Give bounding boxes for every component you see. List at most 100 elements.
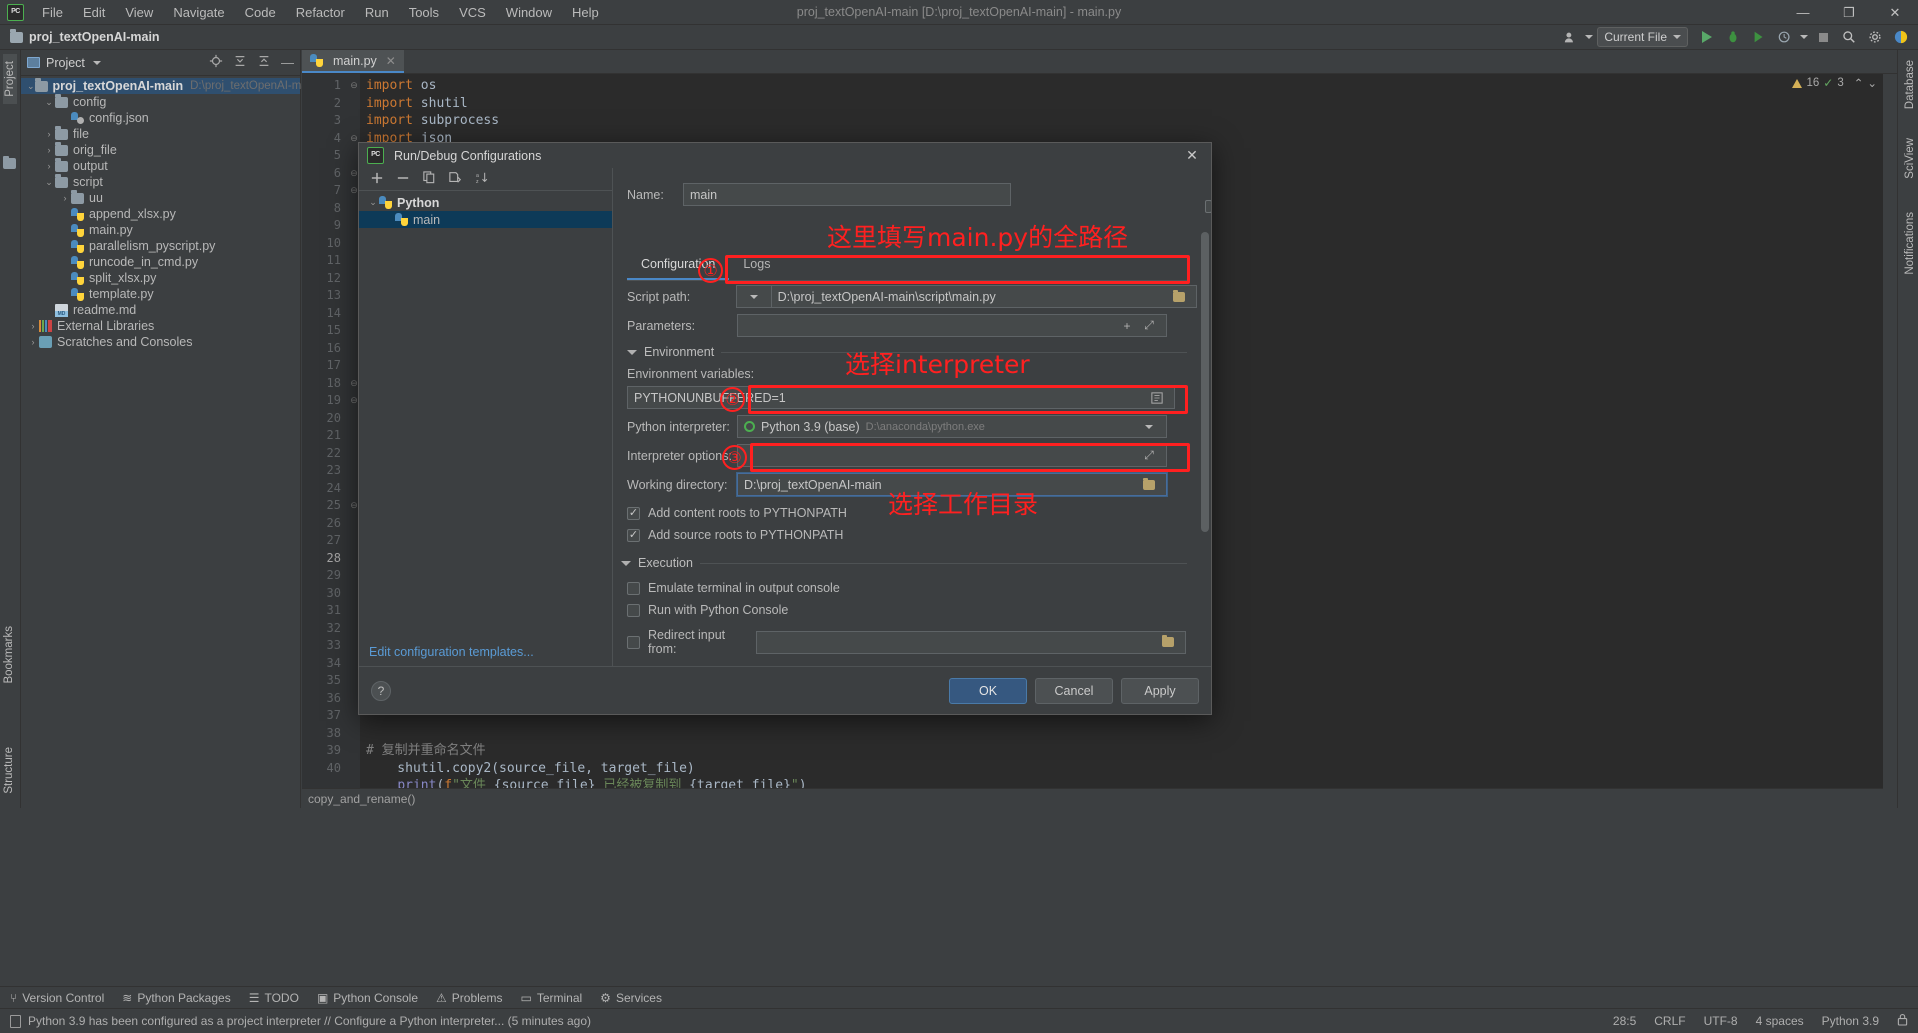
project-tree-item[interactable]: › uu	[21, 190, 300, 206]
tab-configuration[interactable]: Configuration	[627, 251, 730, 280]
project-tree-item[interactable]: template.py	[21, 286, 300, 302]
allow-parallel-row[interactable]: Allow parallel run	[1205, 185, 1211, 227]
tool-window-button-terminal[interactable]: ▭ Terminal	[520, 991, 582, 1005]
search-everywhere-icon[interactable]	[1838, 27, 1860, 47]
sort-configurations-icon[interactable]: az	[476, 171, 489, 187]
menu-navigate[interactable]: Navigate	[163, 2, 234, 23]
script-path-browse-icon[interactable]	[1168, 289, 1190, 302]
chevron-right-icon[interactable]: ›	[59, 193, 71, 203]
chevron-right-icon[interactable]: ›	[27, 321, 39, 331]
project-tree-item[interactable]: config.json	[21, 110, 300, 126]
project-tree-item[interactable]: append_xlsx.py	[21, 206, 300, 222]
execution-section-header[interactable]: Execution	[621, 556, 1187, 570]
project-tree-item[interactable]: ⌄ config	[21, 94, 300, 110]
parameters-add-icon[interactable]: +	[1116, 319, 1138, 333]
settings-gear-icon[interactable]	[1864, 27, 1886, 47]
env-vars-edit-icon[interactable]	[1146, 391, 1168, 404]
save-configuration-icon[interactable]	[449, 171, 462, 187]
remove-configuration-icon[interactable]	[397, 172, 409, 187]
fold-marker[interactable]	[348, 95, 360, 113]
environment-section-header[interactable]: Environment	[627, 345, 1187, 359]
tool-tab-database[interactable]: Database	[1904, 56, 1916, 113]
configuration-tree-item[interactable]: main	[359, 211, 612, 228]
inspection-chevron-up-icon[interactable]: ⌃	[1854, 76, 1864, 90]
menu-edit[interactable]: Edit	[73, 2, 115, 23]
dialog-close-icon[interactable]: ✕	[1181, 145, 1203, 167]
tool-window-button-python-packages[interactable]: ≋ Python Packages	[122, 991, 230, 1005]
ide-feature-icon[interactable]	[1890, 27, 1912, 47]
tab-logs[interactable]: Logs	[729, 251, 784, 280]
menu-code[interactable]: Code	[235, 2, 286, 23]
add-source-roots-row[interactable]: Add source roots to PYTHONPATH	[627, 528, 843, 542]
add-configuration-icon[interactable]	[371, 172, 383, 187]
restore-button[interactable]: ❐	[1826, 0, 1872, 25]
tool-tab-bookmarks[interactable]: Bookmarks	[3, 622, 15, 688]
user-avatar-icon[interactable]	[1559, 27, 1581, 47]
tool-tab-notifications[interactable]: Notifications	[1904, 208, 1916, 279]
run-coverage-icon[interactable]	[1748, 27, 1770, 47]
tool-window-button-todo[interactable]: ☰ TODO	[249, 991, 299, 1005]
project-tree-item[interactable]: main.py	[21, 222, 300, 238]
inspection-scrollbar[interactable]	[1883, 74, 1897, 808]
parameters-input[interactable]: + ⤢	[737, 314, 1167, 337]
run-with-console-checkbox[interactable]	[627, 603, 640, 617]
indent-setting[interactable]: 4 spaces	[1756, 1014, 1804, 1028]
add-source-roots-checkbox[interactable]	[627, 528, 640, 542]
chevron-down-icon[interactable]: ⌄	[27, 81, 35, 92]
hide-panel-icon[interactable]: —	[281, 55, 294, 70]
tool-tab-structure[interactable]: Structure	[3, 743, 15, 798]
tool-tab-sciview[interactable]: SciView	[1904, 134, 1916, 183]
stop-button[interactable]	[1812, 27, 1834, 47]
chevron-right-icon[interactable]: ›	[43, 129, 55, 139]
parameters-expand-icon[interactable]: ⤢	[1138, 318, 1160, 333]
add-content-roots-row[interactable]: Add content roots to PYTHONPATH	[627, 506, 847, 520]
project-tree-item[interactable]: runcode_in_cmd.py	[21, 254, 300, 270]
chevron-right-icon[interactable]: ›	[27, 337, 39, 347]
editor-tab-main-py[interactable]: main.py ✕	[302, 50, 404, 73]
help-button[interactable]: ?	[371, 680, 391, 701]
profile-chevron-down-icon[interactable]	[1800, 35, 1808, 39]
tool-tab-project[interactable]: Project	[3, 54, 17, 104]
run-configuration-selector[interactable]: Current File	[1597, 27, 1688, 47]
project-tree-item[interactable]: › orig_file	[21, 142, 300, 158]
menu-run[interactable]: Run	[355, 2, 399, 23]
project-tree-item[interactable]: › Scratches and Consoles	[21, 334, 300, 350]
run-with-console-row[interactable]: Run with Python Console	[627, 603, 788, 617]
menu-help[interactable]: Help	[562, 2, 609, 23]
project-tree-item[interactable]: ⌄ script	[21, 174, 300, 190]
file-encoding[interactable]: UTF-8	[1704, 1014, 1738, 1028]
profile-icon[interactable]	[1774, 27, 1796, 47]
redirect-input-row[interactable]: Redirect input from:	[627, 628, 1197, 656]
fold-marker[interactable]	[348, 725, 360, 743]
interpreter-options-expand-icon[interactable]: ⤢	[1138, 448, 1160, 463]
tool-window-button-services[interactable]: ⚙ Services	[600, 991, 662, 1005]
line-separator[interactable]: CRLF	[1654, 1014, 1685, 1028]
fold-marker[interactable]: ⊖	[348, 77, 360, 95]
edit-configuration-templates-link[interactable]: Edit configuration templates...	[369, 644, 534, 659]
chevron-right-icon[interactable]: ›	[43, 145, 55, 155]
emulate-terminal-row[interactable]: Emulate terminal in output console	[627, 581, 840, 595]
user-chevron-down-icon[interactable]	[1585, 35, 1594, 39]
menu-vcs[interactable]: VCS	[449, 2, 496, 23]
breadcrumb-project[interactable]: proj_textOpenAI-main	[29, 30, 160, 44]
interpreter-options-input[interactable]: ⤢	[737, 444, 1167, 467]
redirect-input-field[interactable]	[756, 630, 1186, 654]
inspection-status-widget[interactable]: 16 ✓ 3 ⌃ ⌄	[1792, 76, 1877, 90]
env-vars-input[interactable]: PYTHONUNBUFFERED=1	[627, 386, 1175, 409]
cancel-button[interactable]: Cancel	[1035, 677, 1113, 704]
chevron-down-icon[interactable]: ⌄	[43, 97, 55, 108]
menu-window[interactable]: Window	[496, 2, 562, 23]
working-directory-input[interactable]: D:\proj_textOpenAI-main	[736, 472, 1168, 497]
project-view-chevron-down-icon[interactable]	[92, 60, 101, 65]
name-input[interactable]: main	[683, 183, 1011, 206]
add-content-roots-checkbox[interactable]	[627, 506, 640, 520]
menu-refactor[interactable]: Refactor	[286, 2, 355, 23]
project-panel-title[interactable]: Project	[46, 56, 85, 70]
working-directory-browse-icon[interactable]	[1138, 477, 1160, 490]
menu-view[interactable]: View	[115, 2, 163, 23]
project-tree-item[interactable]: split_xlsx.py	[21, 270, 300, 286]
collapse-all-icon[interactable]	[257, 54, 271, 71]
configuration-tree-item[interactable]: ⌄ Python	[359, 194, 612, 211]
expand-all-icon[interactable]	[233, 54, 247, 71]
run-button[interactable]	[1696, 27, 1718, 47]
